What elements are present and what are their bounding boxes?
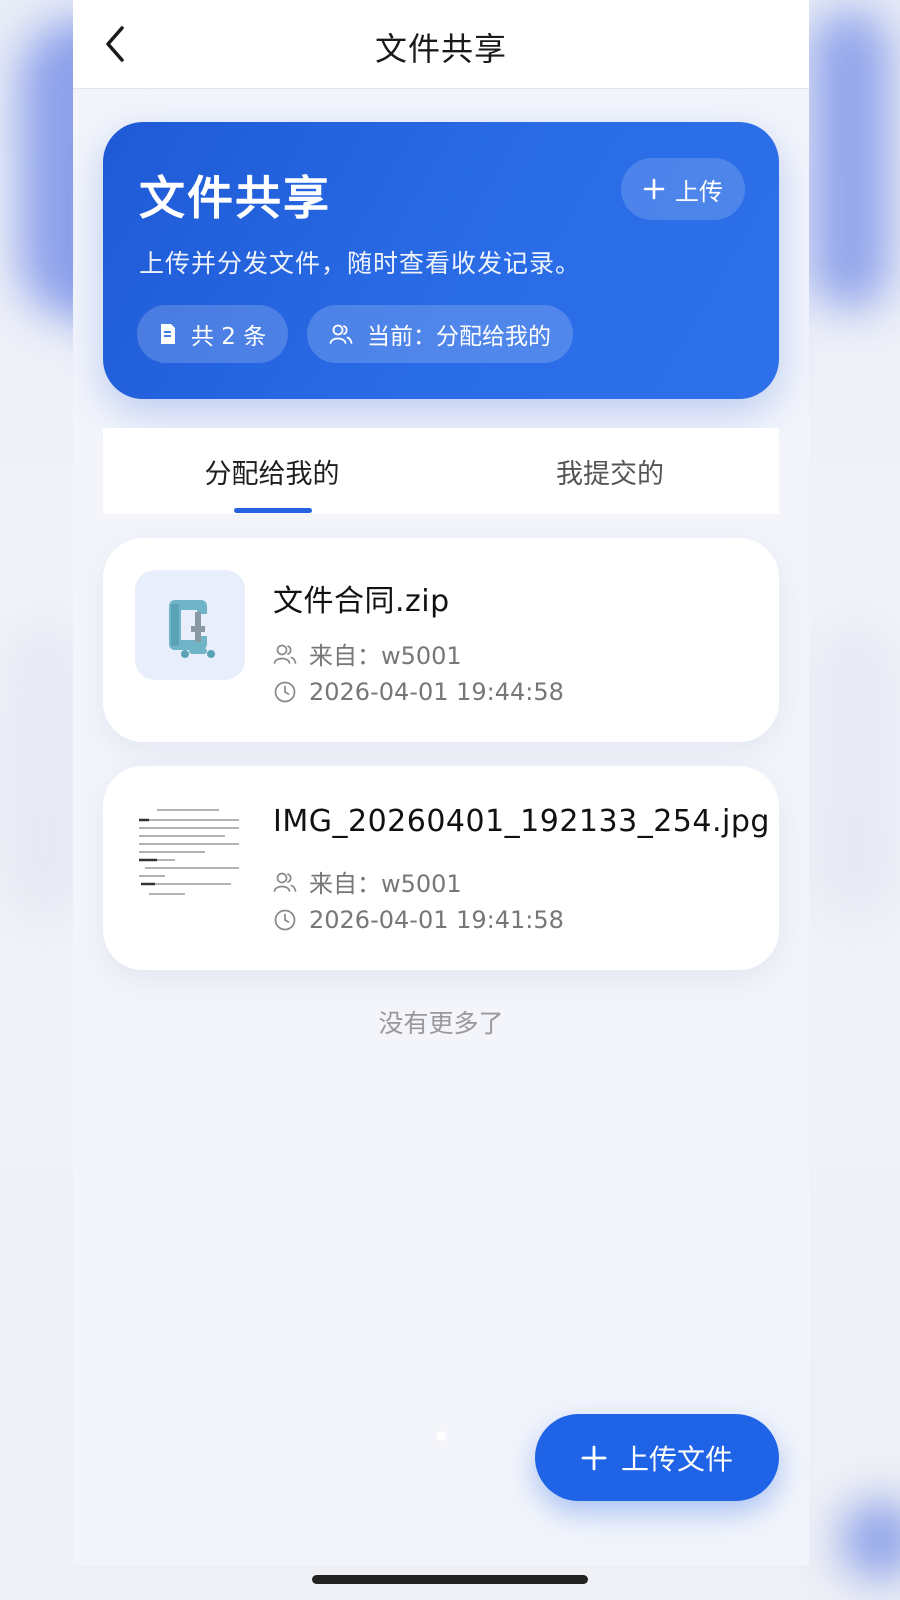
page-dot	[436, 1431, 446, 1441]
file-name: IMG_20260401_192133_254.jpg	[273, 804, 770, 839]
document-icon	[161, 324, 175, 344]
hero-card: 文件共享 上传并分发文件，随时查看收发记录。 上传 共 2 条 当前：分配给我的	[103, 122, 779, 399]
tab-my-submissions[interactable]: 我提交的	[441, 428, 779, 514]
background-blur-shape	[840, 1500, 900, 1580]
hero-subtitle: 上传并分发文件，随时查看收发记录。	[139, 249, 582, 278]
tab-assigned-to-me[interactable]: 分配给我的	[103, 428, 441, 514]
file-card[interactable]: IMG_20260401_192133_254.jpg 来自：w5001 202…	[103, 766, 779, 970]
upload-file-label: 上传文件	[620, 1442, 733, 1476]
hero-title: 文件共享	[139, 171, 331, 225]
count-badge: 共 2 条	[137, 305, 289, 363]
plus-icon	[643, 178, 665, 200]
hero-upload-button[interactable]: 上传	[621, 158, 745, 220]
background-blur-shape	[810, 10, 890, 310]
file-sender: 来自：w5001	[273, 636, 462, 671]
document-image-thumbnail	[135, 798, 245, 908]
top-navigation-bar: 文件共享	[73, 0, 809, 89]
home-indicator[interactable]	[312, 1575, 588, 1584]
current-filter-label: 当前：分配给我的	[367, 324, 551, 350]
file-timestamp: 2026-04-01 19:41:58	[273, 906, 564, 934]
tab-bar: 分配给我的 我提交的	[103, 428, 779, 514]
current-filter-badge: 当前：分配给我的	[307, 305, 573, 363]
users-icon	[273, 644, 297, 664]
clock-icon	[274, 909, 296, 931]
file-sender: 来自：w5001	[273, 864, 462, 899]
file-timestamp: 2026-04-01 19:44:58	[273, 678, 564, 706]
upload-file-button[interactable]: 上传文件	[535, 1414, 779, 1501]
file-sender-label: 来自：w5001	[309, 870, 462, 898]
hero-upload-label: 上传	[675, 177, 723, 206]
file-name: 文件合同.zip	[273, 584, 450, 619]
plus-icon	[581, 1445, 607, 1470]
users-icon	[329, 324, 353, 344]
file-time-label: 2026-04-01 19:41:58	[309, 906, 564, 934]
file-card[interactable]: 文件合同.zip 来自：w5001 2026-04-01 19:44:58	[103, 538, 779, 742]
users-icon	[273, 872, 297, 892]
file-thumbnail	[135, 570, 245, 680]
page-title: 文件共享	[374, 30, 507, 68]
clock-icon	[274, 681, 296, 703]
background-blur-shape	[810, 620, 900, 920]
file-share-page: 文件共享 文件共享 上传并分发文件，随时查看收发记录。 上传 共 2 条 当前：…	[73, 0, 809, 1565]
active-tab-indicator	[234, 508, 312, 513]
file-time-label: 2026-04-01 19:44:58	[309, 678, 564, 706]
list-end-text: 没有更多了	[378, 1009, 504, 1038]
count-label: 共 2 条	[191, 324, 267, 350]
archive-clamp-icon	[169, 600, 215, 658]
file-sender-label: 来自：w5001	[309, 642, 462, 670]
file-thumbnail	[135, 798, 245, 908]
